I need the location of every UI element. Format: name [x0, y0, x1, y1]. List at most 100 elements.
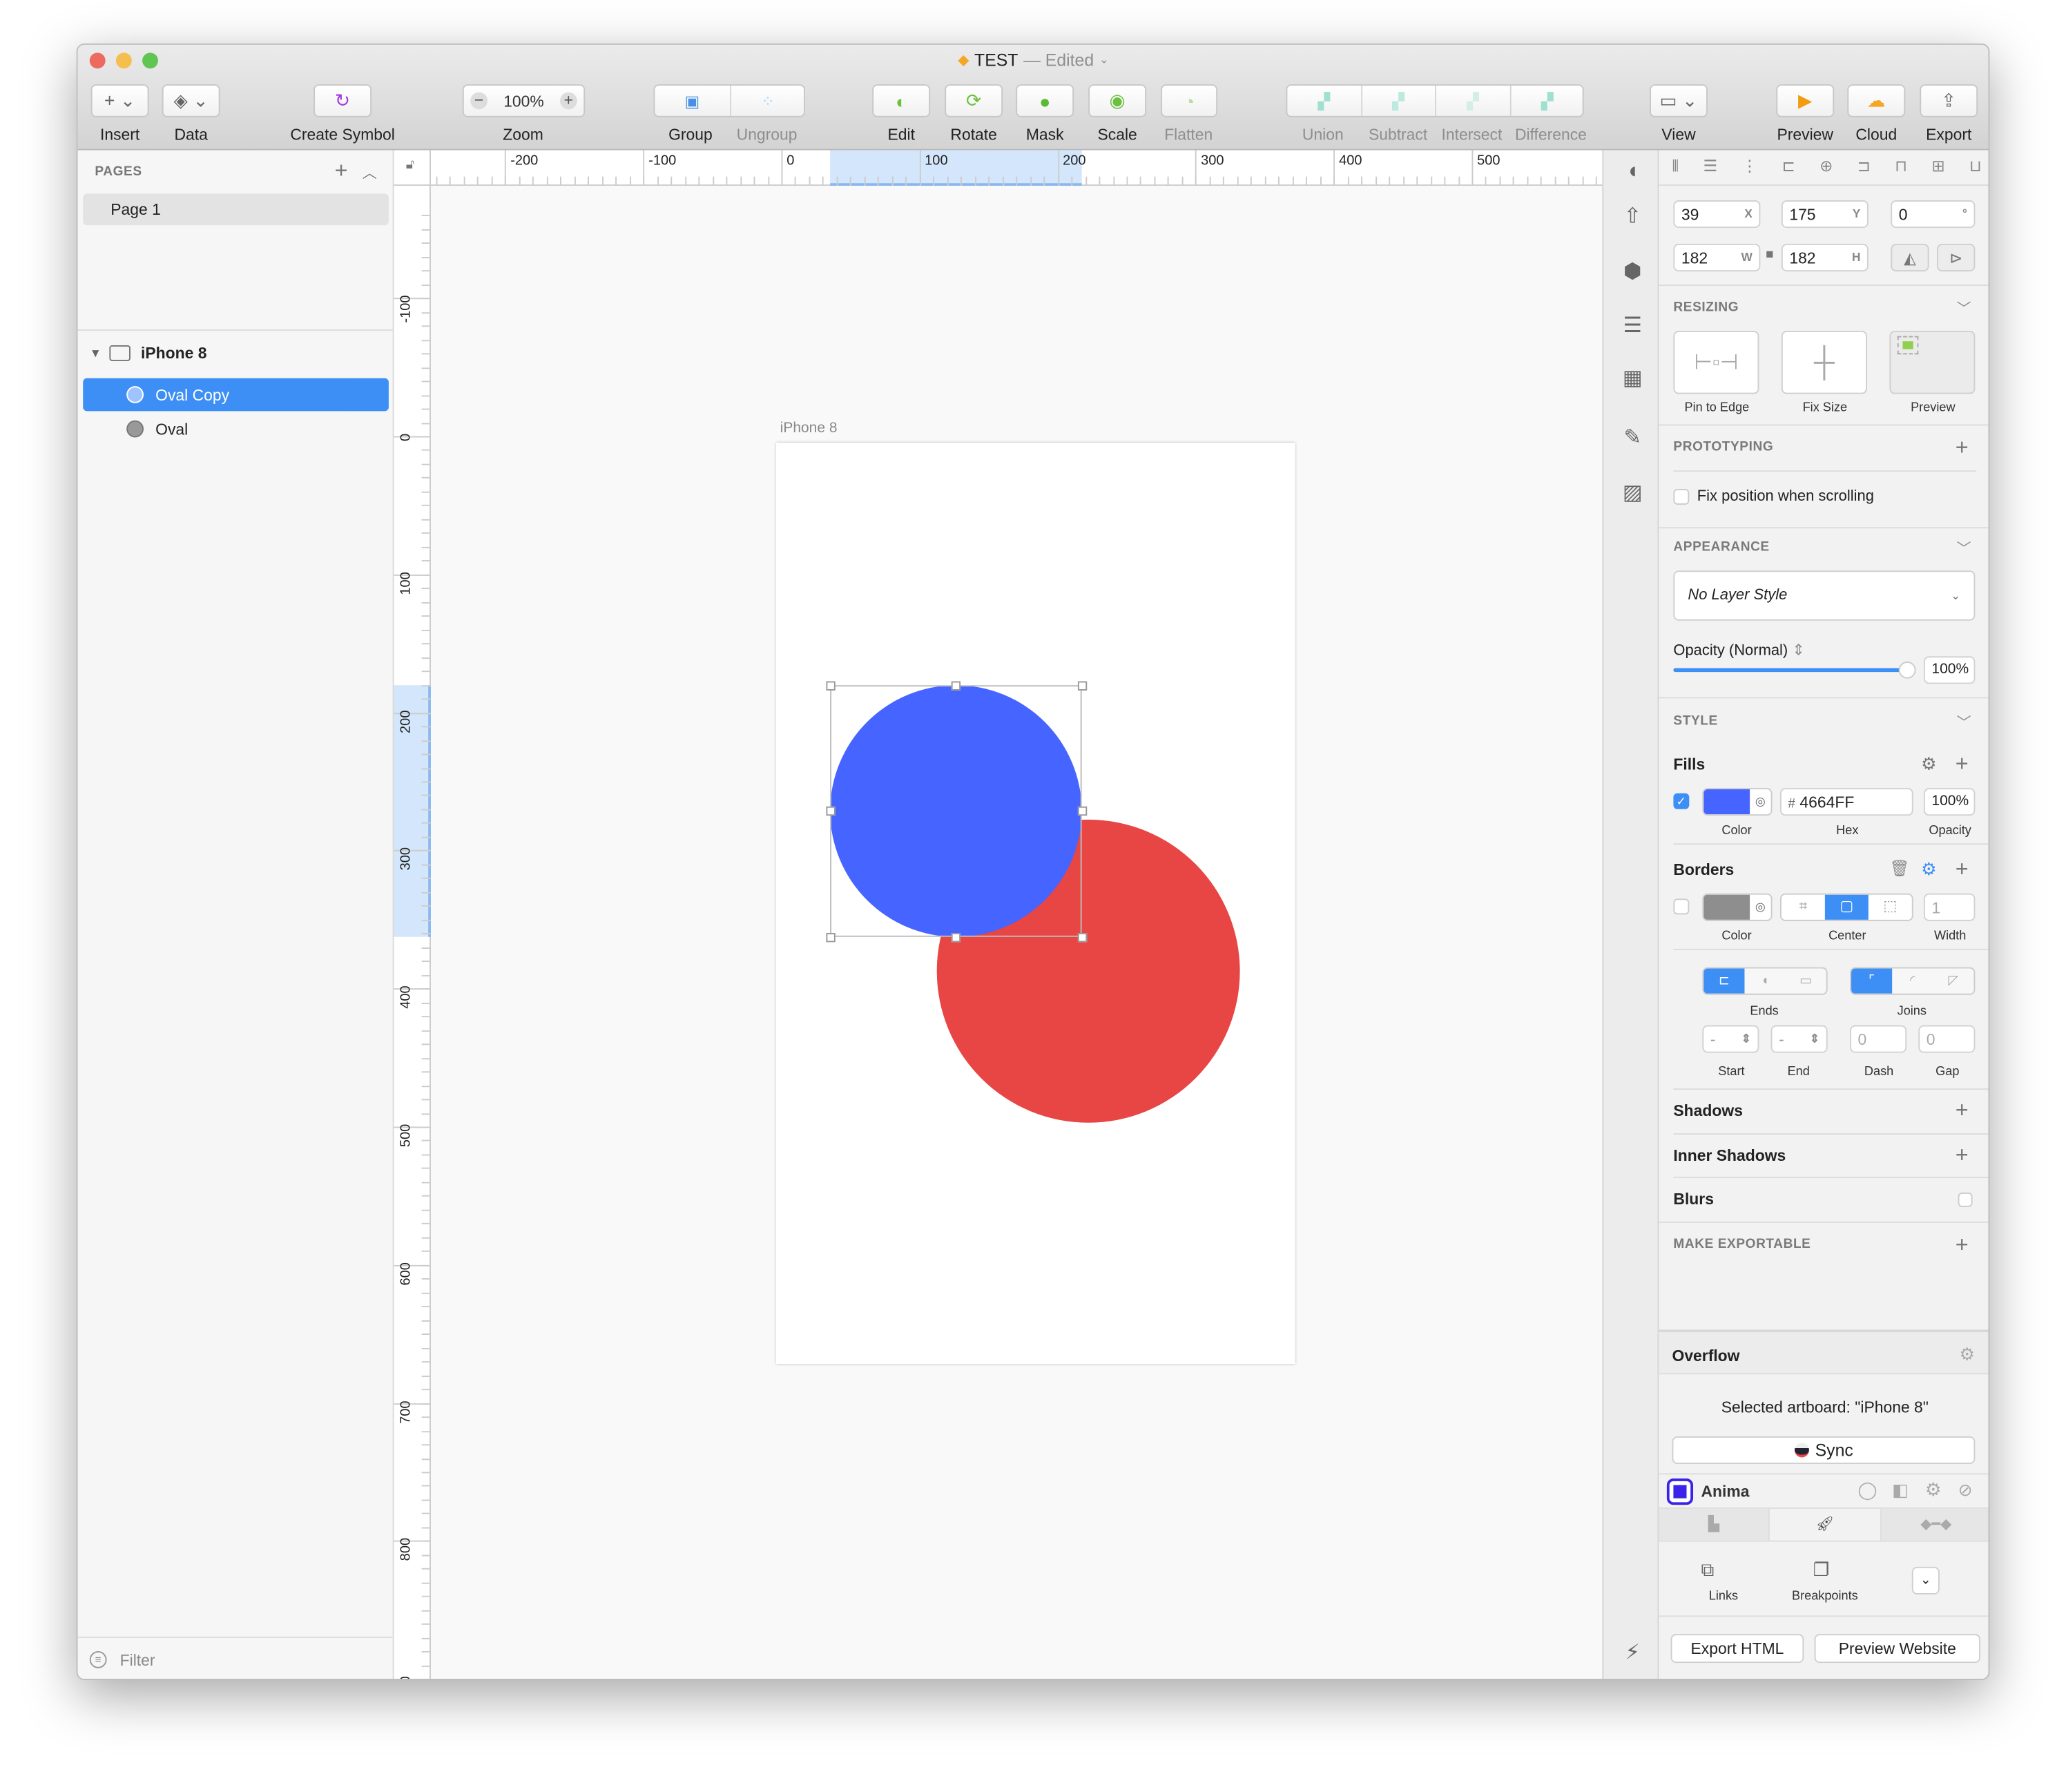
links-label[interactable]: Links [1709, 1589, 1738, 1603]
disclosure-triangle-icon[interactable]: ▼ [90, 346, 102, 359]
border-center-icon[interactable]: ▢ [1824, 894, 1869, 920]
hexagon-icon[interactable]: ⬢ [1619, 258, 1645, 285]
trash-icon[interactable]: 🗑︎ [1889, 859, 1909, 878]
opacity-slider-thumb[interactable] [1898, 661, 1916, 679]
border-color-well[interactable]: ◎ [1702, 893, 1773, 921]
links-icon[interactable]: ⧉ [1701, 1559, 1714, 1581]
layer-item-oval[interactable]: Oval [83, 412, 389, 445]
union-icon[interactable]: ▞ [1287, 86, 1362, 116]
scale-button[interactable]: ◉ [1088, 84, 1147, 117]
distribute-horizontal-icon[interactable]: ⫴ [1672, 157, 1679, 180]
resize-handle[interactable] [826, 933, 836, 943]
comment-icon[interactable]: ◯ [1858, 1480, 1877, 1501]
align-center-icon[interactable]: ⊕ [1819, 157, 1833, 180]
rotate-button[interactable]: ⟳ [945, 84, 1003, 117]
line-ends-segmented[interactable]: ⊏ ◖ ▭ [1702, 967, 1828, 995]
opacity-field[interactable]: 100% [1923, 656, 1976, 684]
arrow-start-field[interactable]: - ⇕ [1702, 1025, 1759, 1053]
borders-settings-gear-icon[interactable]: ⚙ [1921, 859, 1936, 880]
anima-close-icon[interactable]: ⊘ [1958, 1480, 1973, 1501]
opacity-slider[interactable] [1673, 668, 1915, 673]
close-button[interactable] [89, 52, 106, 69]
tab-rocket-icon[interactable]: 🚀︎ [1770, 1508, 1882, 1541]
x-field[interactable]: 39 X [1673, 200, 1761, 229]
zoom-control[interactable]: −100% + [462, 84, 586, 117]
image-add-icon[interactable]: ▨ [1619, 480, 1645, 506]
artboard-label[interactable]: iPhone 8 [780, 421, 838, 436]
fill-enabled-checkbox[interactable]: ✓ [1673, 793, 1690, 809]
align-top-icon[interactable]: ⊓ [1895, 157, 1907, 180]
border-outside-icon[interactable]: ⬚ [1869, 895, 1912, 920]
fills-settings-gear-icon[interactable]: ⚙ [1921, 753, 1936, 775]
craft-icon[interactable]: ◖ [1619, 158, 1645, 184]
align-right-icon[interactable]: ⊐ [1857, 157, 1871, 180]
overflow-settings-gear-icon[interactable]: ⚙ [1959, 1344, 1974, 1365]
flatten-button[interactable]: ◔ [1161, 84, 1218, 117]
tab-layout-icon[interactable]: ▙ [1659, 1508, 1770, 1541]
layer-item-oval-copy[interactable]: Oval Copy [83, 378, 389, 412]
layer-artboard[interactable]: ▼ iPhone 8 [78, 335, 394, 371]
breakpoints-label[interactable]: Breakpoints [1792, 1589, 1858, 1603]
align-left-icon[interactable]: ⊏ [1782, 157, 1795, 180]
add-inner-shadow-icon[interactable]: + [1956, 1144, 1969, 1166]
fill-color-well[interactable]: ◎ [1702, 788, 1773, 816]
difference-icon[interactable]: ▞ [1511, 86, 1583, 116]
height-field[interactable]: 182 H [1781, 244, 1869, 272]
add-export-icon[interactable]: + [1956, 1233, 1969, 1255]
arrow-end-field[interactable]: - ⇕ [1770, 1025, 1828, 1053]
canvas[interactable]: iPhone 8 [430, 186, 1603, 1679]
page-item[interactable]: Page 1 [83, 193, 389, 226]
blur-checkbox[interactable] [1958, 1192, 1973, 1207]
collapse-pages-icon[interactable]: ︿ [363, 162, 377, 184]
sync-button[interactable]: Sync [1672, 1436, 1976, 1465]
resize-handle[interactable] [951, 933, 961, 943]
insert-button[interactable]: + ⌄ [90, 84, 149, 117]
add-fill-icon[interactable]: + [1956, 753, 1969, 775]
preview-website-button[interactable]: Preview Website [1814, 1634, 1981, 1664]
chevron-down-icon[interactable]: ﹀ [1957, 711, 1971, 733]
tab-connect-icon[interactable]: ◆━◆ [1881, 1508, 1989, 1541]
fix-position-checkbox[interactable] [1673, 488, 1690, 505]
view-button[interactable]: ▭ ⌄ [1650, 84, 1708, 117]
preview-button[interactable]: ▶ [1776, 84, 1835, 117]
filter-input[interactable]: Filter [120, 1650, 155, 1669]
chevron-down-icon[interactable]: ﹀ [1957, 538, 1971, 559]
resize-handle[interactable] [826, 681, 836, 691]
resize-handle[interactable] [826, 806, 836, 816]
subtract-icon[interactable]: ▞ [1362, 86, 1436, 116]
distribute-vertical-icon[interactable]: ☰ [1703, 157, 1717, 180]
fix-size-control[interactable]: ┼ [1781, 330, 1867, 394]
resize-handle[interactable] [1077, 681, 1088, 691]
zoom-out-icon[interactable]: − [470, 93, 488, 110]
fill-hex-field[interactable]: # 4664FF [1779, 788, 1913, 816]
border-width-field[interactable]: 1 [1923, 893, 1976, 921]
pin-to-edge-control[interactable]: ⊢▫⊣ [1673, 330, 1759, 394]
vertical-ruler[interactable]: -1000100200300400500600700800900 [394, 186, 431, 1679]
draw-icon[interactable]: ✎ [1619, 424, 1645, 450]
minimize-button[interactable] [115, 52, 132, 69]
cloud-button[interactable]: ☁ [1847, 84, 1906, 117]
export-button[interactable]: ⇪ [1920, 84, 1978, 117]
zoom-in-icon[interactable]: + [559, 93, 577, 110]
edit-button[interactable]: ◐ [872, 84, 931, 117]
filter-bar[interactable]: ≡ Filter [77, 1636, 394, 1679]
border-position-segmented[interactable]: ⌗ ▢ ⬚ [1779, 893, 1913, 921]
align-bottom-icon[interactable]: ⊔ [1969, 157, 1982, 180]
layer-style-dropdown[interactable]: No Layer Style ⌄ [1673, 570, 1976, 621]
lock-ratio-icon[interactable]: ■ [1766, 248, 1774, 262]
resize-handle[interactable] [951, 681, 961, 691]
anima-settings-gear-icon[interactable]: ⚙ [1925, 1478, 1942, 1501]
opacity-blend-label[interactable]: Opacity (Normal) ⇕ [1673, 640, 1804, 659]
list-icon[interactable]: ☰ [1619, 312, 1645, 338]
create-symbol-button[interactable]: ↻ [313, 84, 372, 117]
data-button[interactable]: ◈ ⌄ [162, 84, 220, 117]
flip-vertical-button[interactable]: ⊳ [1937, 244, 1976, 272]
upload-icon[interactable]: ⇧ [1619, 203, 1645, 229]
breakpoints-icon[interactable]: ❐ [1813, 1559, 1830, 1581]
lightning-icon[interactable]: ⚡︎ [1619, 1639, 1645, 1666]
flip-horizontal-button[interactable]: ◭ [1891, 244, 1929, 272]
intersect-icon[interactable]: ▞ [1436, 86, 1511, 116]
group-icon[interactable]: ▣ [655, 86, 731, 116]
y-field[interactable]: 175 Y [1781, 200, 1869, 229]
panel-icon[interactable]: ◧ [1892, 1480, 1908, 1501]
